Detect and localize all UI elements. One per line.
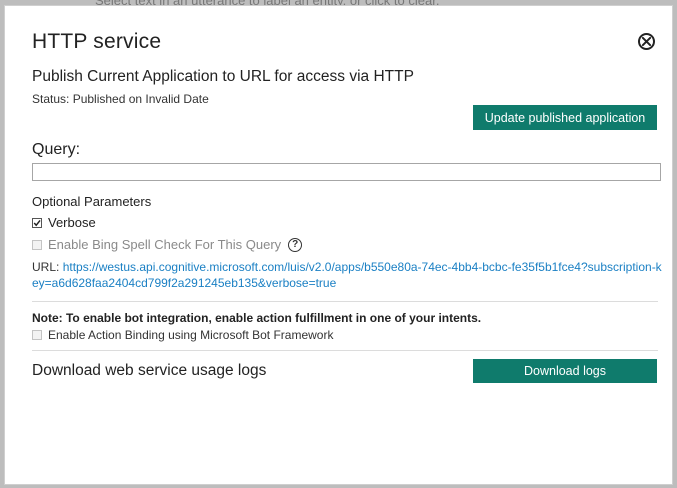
- bing-spell-check-checkbox[interactable]: [32, 239, 42, 250]
- bing-spell-check-option[interactable]: Enable Bing Spell Check For This Query ?: [32, 237, 303, 252]
- url-prefix: URL:: [32, 260, 60, 274]
- action-binding-label: Enable Action Binding using Microsoft Bo…: [48, 328, 334, 342]
- endpoint-url: URL: https://westus.api.cognitive.micros…: [32, 259, 662, 291]
- close-button[interactable]: [638, 33, 655, 50]
- bing-spell-check-label: Enable Bing Spell Check For This Query: [48, 237, 282, 252]
- download-logs-label: Download web service usage logs: [32, 362, 267, 379]
- action-binding-checkbox[interactable]: [32, 330, 42, 340]
- section-divider: [32, 350, 658, 351]
- query-label: Query:: [32, 141, 81, 158]
- verbose-label: Verbose: [48, 215, 96, 230]
- help-icon[interactable]: ?: [288, 237, 303, 252]
- update-published-application-button[interactable]: Update published application: [473, 105, 657, 130]
- publish-status: Status: Published on Invalid Date: [32, 92, 209, 106]
- dialog-subtitle: Publish Current Application to URL for a…: [32, 68, 414, 85]
- query-input[interactable]: [32, 163, 661, 181]
- dialog-title: HTTP service: [32, 30, 162, 53]
- verbose-checkbox[interactable]: [32, 217, 42, 228]
- action-binding-option[interactable]: Enable Action Binding using Microsoft Bo…: [32, 328, 333, 342]
- bot-integration-note: Note: To enable bot integration, enable …: [32, 311, 482, 325]
- endpoint-url-link[interactable]: https://westus.api.cognitive.microsoft.c…: [32, 260, 662, 290]
- close-icon: [642, 37, 651, 46]
- checkmark-icon: [33, 219, 41, 226]
- verbose-option[interactable]: Verbose: [32, 215, 96, 230]
- download-logs-button[interactable]: Download logs: [473, 359, 657, 383]
- section-divider: [32, 301, 658, 302]
- optional-parameters-heading: Optional Parameters: [32, 194, 152, 209]
- http-service-dialog: HTTP service Publish Current Application…: [4, 5, 673, 485]
